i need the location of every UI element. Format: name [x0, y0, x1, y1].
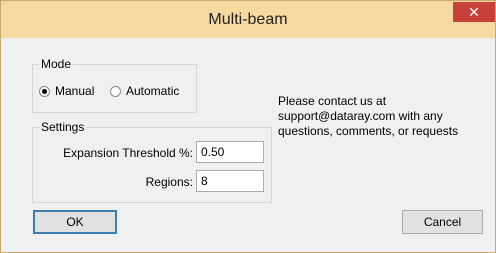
expansion-threshold-field[interactable]: 0.50	[196, 141, 264, 163]
ok-button[interactable]: OK	[33, 210, 117, 234]
support-info-line-1: Please contact us at	[278, 94, 387, 108]
support-info-line-3: questions, comments, or requests	[278, 124, 459, 138]
support-info-line-2: support@dataray.com with any	[278, 109, 443, 123]
dialog-client-area: Mode Manual Automatic Settings Expansion…	[9, 38, 487, 245]
manual-radio-label[interactable]: Manual	[55, 84, 94, 98]
title-bar[interactable]: Multi-beam ✕	[1, 1, 495, 38]
manual-radio[interactable]	[39, 86, 50, 97]
cancel-button[interactable]: Cancel	[402, 210, 483, 234]
automatic-radio[interactable]	[110, 86, 121, 97]
multi-beam-dialog: Multi-beam ✕ Mode Manual Automatic Setti…	[0, 0, 496, 253]
expansion-threshold-label: Expansion Threshold %:	[63, 146, 193, 160]
mode-group-label: Mode	[39, 57, 74, 71]
settings-group-label: Settings	[39, 120, 87, 134]
support-info-text: Please contact us at support@dataray.com…	[278, 94, 488, 139]
mode-groupbox: Mode Manual Automatic	[32, 57, 197, 113]
settings-groupbox: Settings Expansion Threshold %: 0.50 Reg…	[32, 120, 272, 203]
close-icon: ✕	[468, 4, 480, 20]
window-title: Multi-beam	[208, 11, 288, 28]
automatic-radio-label[interactable]: Automatic	[126, 84, 179, 98]
regions-field[interactable]: 8	[196, 170, 264, 192]
regions-label: Regions:	[145, 175, 193, 189]
close-button[interactable]: ✕	[453, 2, 495, 22]
